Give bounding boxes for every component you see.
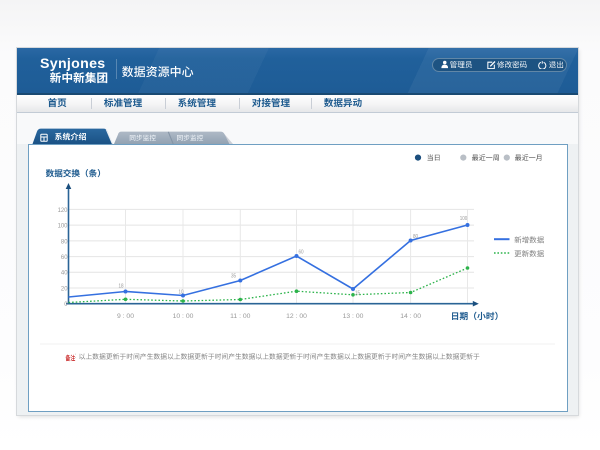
svg-text:10 : 00: 10 : 00 xyxy=(173,313,194,320)
svg-text:15: 15 xyxy=(355,291,360,297)
svg-text:18: 18 xyxy=(118,283,123,289)
svg-text:80: 80 xyxy=(413,234,418,240)
svg-text:20: 20 xyxy=(61,285,68,292)
svg-text:14 : 00: 14 : 00 xyxy=(400,313,421,320)
svg-text:100: 100 xyxy=(58,223,68,230)
svg-text:13 : 00: 13 : 00 xyxy=(343,313,364,320)
svg-text:40: 40 xyxy=(61,270,68,277)
svg-text:11 : 00: 11 : 00 xyxy=(230,313,251,320)
svg-text:60: 60 xyxy=(298,250,303,256)
svg-text:120: 120 xyxy=(58,207,68,214)
svg-text:12 : 00: 12 : 00 xyxy=(286,313,307,320)
svg-text:80: 80 xyxy=(61,238,68,245)
svg-text:35: 35 xyxy=(231,274,236,280)
svg-text:100: 100 xyxy=(460,216,468,222)
svg-text:60: 60 xyxy=(61,254,68,261)
svg-text:9 : 00: 9 : 00 xyxy=(117,313,134,320)
svg-text:0: 0 xyxy=(64,301,68,308)
svg-text:10: 10 xyxy=(178,290,183,296)
